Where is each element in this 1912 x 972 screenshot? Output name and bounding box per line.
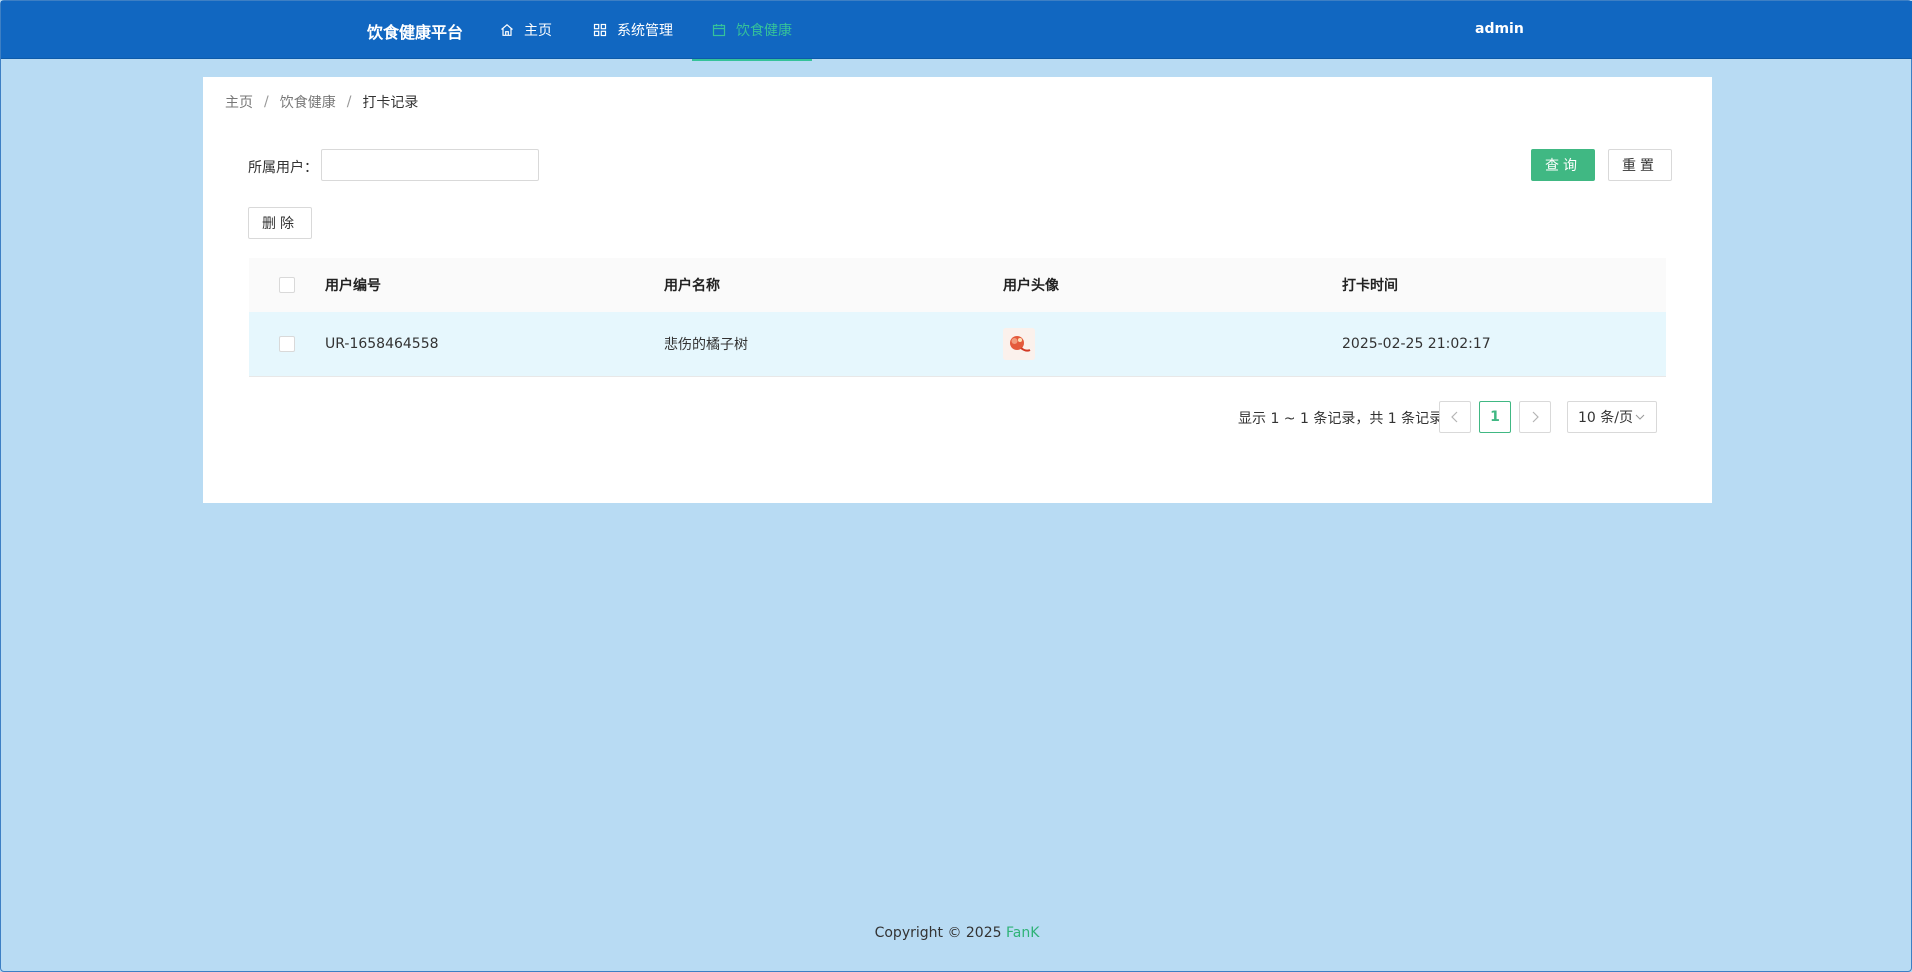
top-header: 饮食健康平台 主页 系统管理 饮食健康 admin — [1, 1, 1912, 61]
footer-copyright: Copyright © 2025 — [874, 925, 1006, 941]
content-panel: 主页 / 饮食健康 / 打卡记录 所属用户： 查询 重置 删除 用户编号 用户名… — [203, 77, 1712, 503]
checkin-table: 用户编号 用户名称 用户头像 打卡时间 UR-1658464558 悲伤的橘子树 — [249, 258, 1666, 377]
footer: Copyright © 2025 FanK — [1, 925, 1912, 941]
user-filter-input[interactable] — [321, 149, 539, 181]
prev-page-button[interactable] — [1439, 401, 1471, 433]
chevron-right-icon — [1532, 411, 1539, 423]
cell-user-id: UR-1658464558 — [325, 336, 439, 352]
header-checkin-time[interactable]: 打卡时间 — [1342, 275, 1662, 295]
avatar[interactable] — [1003, 328, 1035, 360]
cell-avatar — [1003, 328, 1342, 360]
nav-diet-health-label: 饮食健康 — [736, 23, 792, 39]
table-row[interactable]: UR-1658464558 悲伤的橘子树 2025-02-25 21:02:17 — [249, 312, 1666, 377]
chevron-left-icon — [1451, 411, 1458, 423]
nav-home-label: 主页 — [524, 23, 552, 39]
grid-icon — [593, 23, 607, 37]
pagination-info: 显示 1 ~ 1 条记录，共 1 条记录 — [1238, 411, 1444, 427]
query-button[interactable]: 查询 — [1531, 149, 1595, 181]
breadcrumb-current: 打卡记录 — [362, 95, 419, 111]
calendar-icon — [712, 24, 726, 37]
cell-user-name: 悲伤的橘子树 — [664, 337, 748, 353]
page-size-select[interactable]: 10 条/页 — [1567, 401, 1657, 433]
nav-diet-health[interactable]: 饮食健康 — [692, 1, 812, 61]
nav-system-label: 系统管理 — [617, 23, 673, 39]
page-number-current[interactable]: 1 — [1479, 401, 1511, 433]
user-menu[interactable]: admin — [1475, 21, 1524, 37]
breadcrumb: 主页 / 饮食健康 / 打卡记录 — [225, 92, 418, 112]
breadcrumb-separator: / — [264, 94, 269, 110]
breadcrumb-diet-health[interactable]: 饮食健康 — [280, 92, 336, 112]
header-avatar[interactable]: 用户头像 — [1003, 275, 1342, 295]
page-size-value: 10 条/页 — [1578, 410, 1633, 426]
header-user-name[interactable]: 用户名称 — [664, 275, 1003, 295]
breadcrumb-home[interactable]: 主页 — [225, 92, 253, 112]
delete-button[interactable]: 删除 — [248, 207, 312, 239]
nav-home[interactable]: 主页 — [500, 1, 552, 59]
home-icon — [501, 24, 513, 36]
app-window: 饮食健康平台 主页 系统管理 饮食健康 admin 主页 / 饮食健康 / 打卡… — [0, 0, 1912, 972]
reset-button[interactable]: 重置 — [1608, 149, 1672, 181]
breadcrumb-separator: / — [346, 94, 352, 110]
chevron-down-icon — [1635, 414, 1645, 420]
nav-system[interactable]: 系统管理 — [593, 1, 673, 59]
row-select-cell — [249, 336, 325, 352]
next-page-button[interactable] — [1519, 401, 1551, 433]
select-all-checkbox[interactable] — [279, 277, 295, 293]
header-user-id[interactable]: 用户编号 — [325, 275, 664, 295]
cell-checkin-time: 2025-02-25 21:02:17 — [1342, 336, 1491, 352]
table-header: 用户编号 用户名称 用户头像 打卡时间 — [249, 258, 1666, 312]
select-all-cell — [249, 277, 325, 293]
row-checkbox[interactable] — [279, 336, 295, 352]
brand-title: 饮食健康平台 — [367, 23, 464, 42]
user-filter-label: 所属用户： — [248, 160, 318, 176]
footer-author-link[interactable]: FanK — [1006, 925, 1039, 941]
